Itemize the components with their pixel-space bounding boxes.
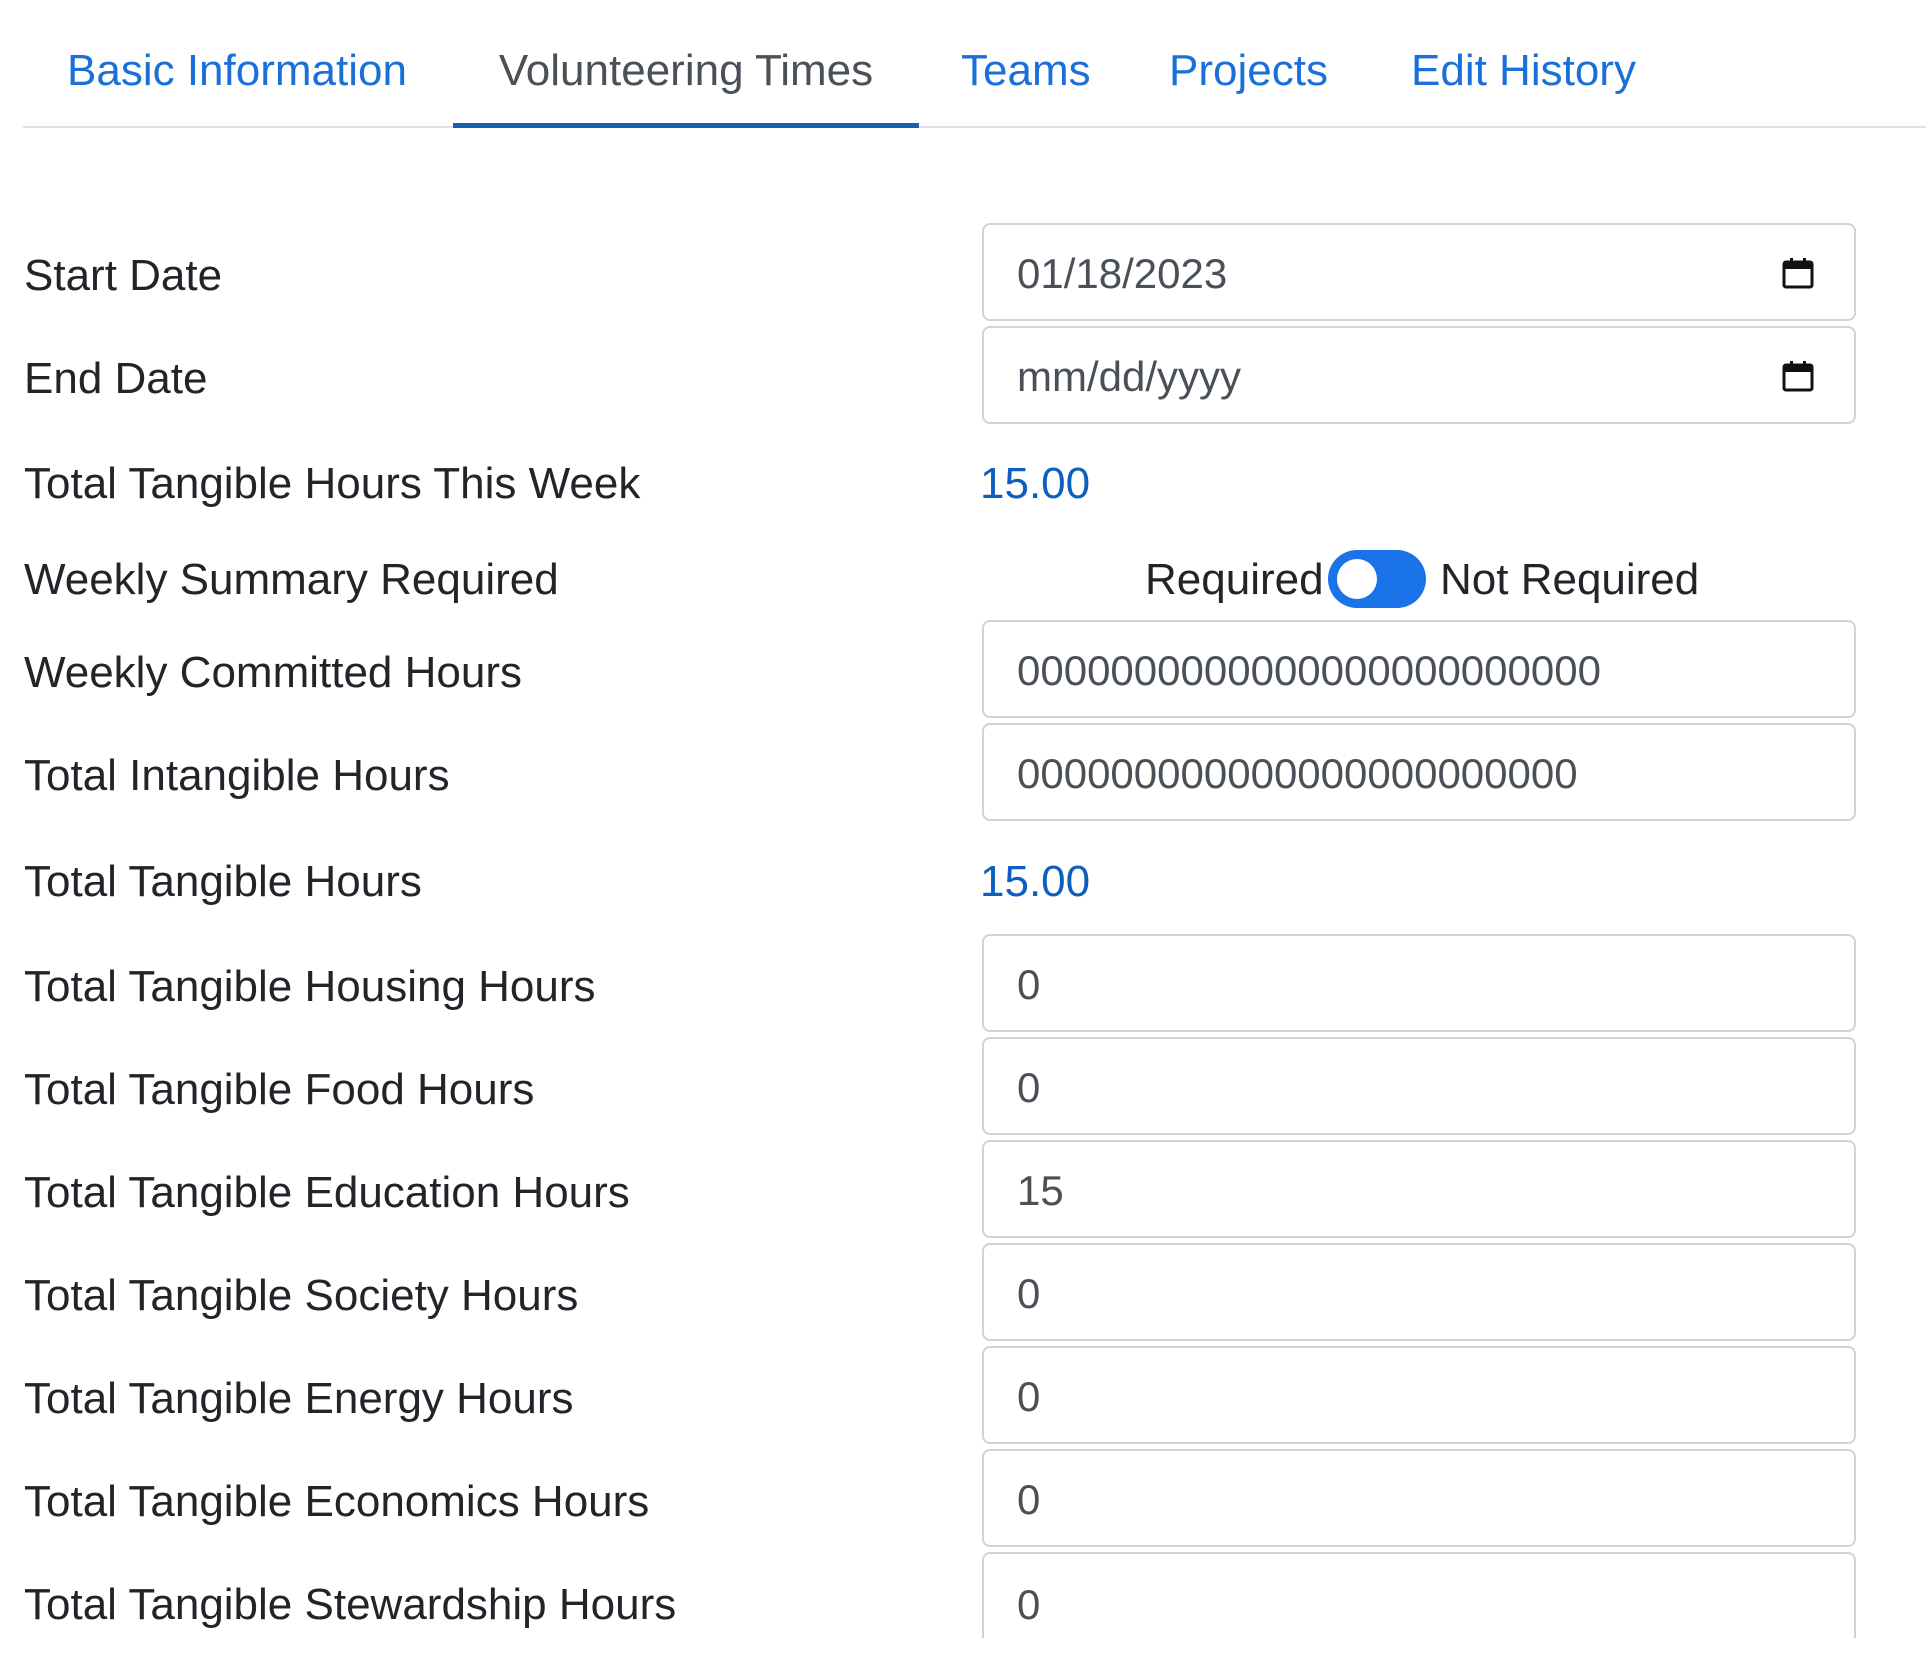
- energy-hours-label: Total Tangible Energy Hours: [24, 1374, 574, 1423]
- toggle-required-label: Required: [1145, 555, 1324, 604]
- tab-projects[interactable]: Projects: [1169, 0, 1328, 126]
- economics-hours-value: 0: [1017, 1476, 1041, 1523]
- weekly-summary-toggle[interactable]: [1328, 550, 1426, 608]
- food-hours-input[interactable]: 0: [982, 1037, 1856, 1135]
- total-tangible-label: Total Tangible Hours: [24, 857, 422, 906]
- end-date-label: End Date: [24, 354, 208, 403]
- education-hours-label: Total Tangible Education Hours: [24, 1168, 630, 1217]
- stewardship-hours-label: Total Tangible Stewardship Hours: [24, 1580, 677, 1629]
- housing-hours-input[interactable]: 0: [982, 934, 1856, 1032]
- calendar-icon[interactable]: [1782, 257, 1814, 289]
- housing-hours-label: Total Tangible Housing Hours: [24, 962, 596, 1011]
- stewardship-hours-value: 0: [1017, 1581, 1041, 1628]
- society-hours-label: Total Tangible Society Hours: [24, 1271, 579, 1320]
- toggle-not-required-label: Not Required: [1440, 555, 1700, 604]
- society-hours-value: 0: [1017, 1270, 1041, 1317]
- housing-hours-value: 0: [1017, 961, 1041, 1008]
- end-date-input[interactable]: mm/dd/yyyy: [982, 326, 1856, 424]
- energy-hours-input[interactable]: 0: [982, 1346, 1856, 1444]
- food-hours-label: Total Tangible Food Hours: [24, 1065, 535, 1114]
- start-date-input[interactable]: 01/18/2023: [982, 223, 1856, 321]
- tangible-week-value: 15.00: [980, 459, 1091, 508]
- weekly-committed-value: 0000000000000000000000000: [1017, 647, 1601, 694]
- tangible-week-label: Total Tangible Hours This Week: [24, 459, 641, 508]
- calendar-icon[interactable]: [1782, 360, 1814, 392]
- weekly-committed-input[interactable]: 0000000000000000000000000: [982, 620, 1856, 718]
- tab-teams[interactable]: Teams: [961, 0, 1091, 126]
- weekly-committed-label: Weekly Committed Hours: [24, 648, 522, 697]
- food-hours-value: 0: [1017, 1064, 1041, 1111]
- weekly-summary-label: Weekly Summary Required: [24, 555, 559, 604]
- tab-bar: Basic Information Volunteering Times Tea…: [23, 0, 1926, 128]
- total-tangible-value: 15.00: [980, 857, 1091, 906]
- total-intangible-label: Total Intangible Hours: [24, 751, 450, 800]
- education-hours-input[interactable]: 15: [982, 1140, 1856, 1238]
- tab-basic-information[interactable]: Basic Information: [67, 0, 407, 126]
- tab-edit-history[interactable]: Edit History: [1411, 0, 1636, 126]
- total-intangible-value: 000000000000000000000000: [1017, 750, 1578, 797]
- total-intangible-input[interactable]: 000000000000000000000000: [982, 723, 1856, 821]
- end-date-placeholder: mm/dd/yyyy: [1017, 353, 1242, 400]
- stewardship-hours-input[interactable]: 0: [982, 1552, 1856, 1638]
- economics-hours-input[interactable]: 0: [982, 1449, 1856, 1547]
- economics-hours-label: Total Tangible Economics Hours: [24, 1477, 650, 1526]
- toggle-knob: [1337, 559, 1377, 599]
- start-date-value: 01/18/2023: [1017, 250, 1228, 297]
- tab-volunteering-times[interactable]: Volunteering Times: [453, 0, 919, 128]
- energy-hours-value: 0: [1017, 1373, 1041, 1420]
- start-date-label: Start Date: [24, 251, 223, 300]
- education-hours-value: 15: [1017, 1167, 1064, 1214]
- society-hours-input[interactable]: 0: [982, 1243, 1856, 1341]
